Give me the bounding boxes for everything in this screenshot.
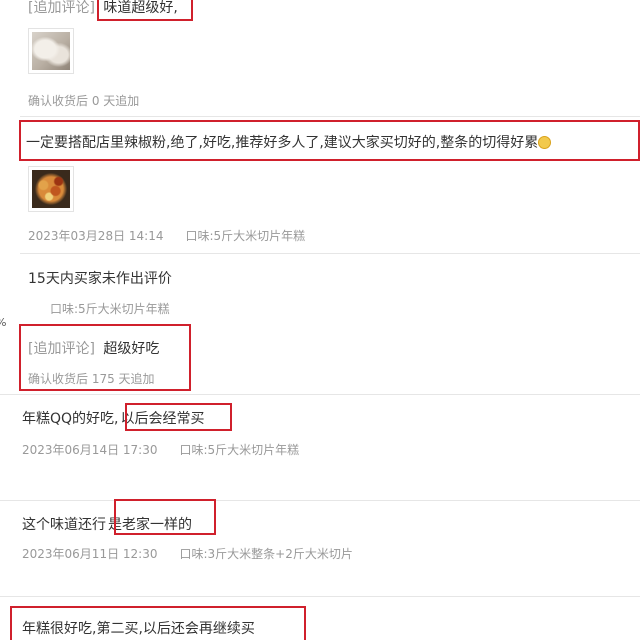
highlight-box [125,403,232,431]
highlight-box [19,120,640,161]
review-spec: 口味:3斤大米整条+2斤大米切片 [179,547,353,561]
review-photo-thumbnail[interactable] [28,28,74,74]
divider [0,596,640,597]
highlight-box [10,606,306,640]
followup-meta: 确认收货后 0 天追加 [28,94,140,108]
highlight-box [97,0,193,21]
review-date: 2023年06月11日 12:30 [22,547,158,561]
highlight-box [114,499,216,535]
review-meta: 2023年06月11日 12:30 口味:3斤大米整条+2斤大米切片 [22,545,353,562]
review-text-part: 年糕QQ的好吃, [22,411,119,427]
review-date: 2023年06月14日 17:30 [22,443,158,457]
review-photo-thumbnail[interactable] [28,166,74,212]
divider [0,500,640,501]
review-spec: 口味:5斤大米切片年糕 [185,229,306,243]
review-meta: 2023年03月28日 14:14 口味:5斤大米切片年糕 [28,227,305,244]
review-text: 15天内买家未作出评价 [28,271,172,287]
divider [20,116,640,117]
edge-fragment: % [0,316,6,329]
review-spec: 口味:5斤大米切片年糕 [179,443,300,457]
review-text-part: 这个味道还行 [22,517,106,533]
review-date: 2023年03月28日 14:14 [28,229,164,243]
food-photo-icon [32,32,70,70]
highlight-box [19,324,191,391]
review-spec: 口味:5斤大米切片年糕 [50,302,170,316]
dish-photo-icon [32,170,70,208]
divider [0,394,640,395]
review-meta: 2023年06月14日 17:30 口味:5斤大米切片年糕 [22,441,299,458]
review-list: [追加评论] 味道超级好, 确认收货后 0 天追加 一定要搭配店里辣椒粉,绝了,… [0,0,640,640]
followup-tag: [追加评论] [28,0,95,16]
divider [20,253,640,254]
